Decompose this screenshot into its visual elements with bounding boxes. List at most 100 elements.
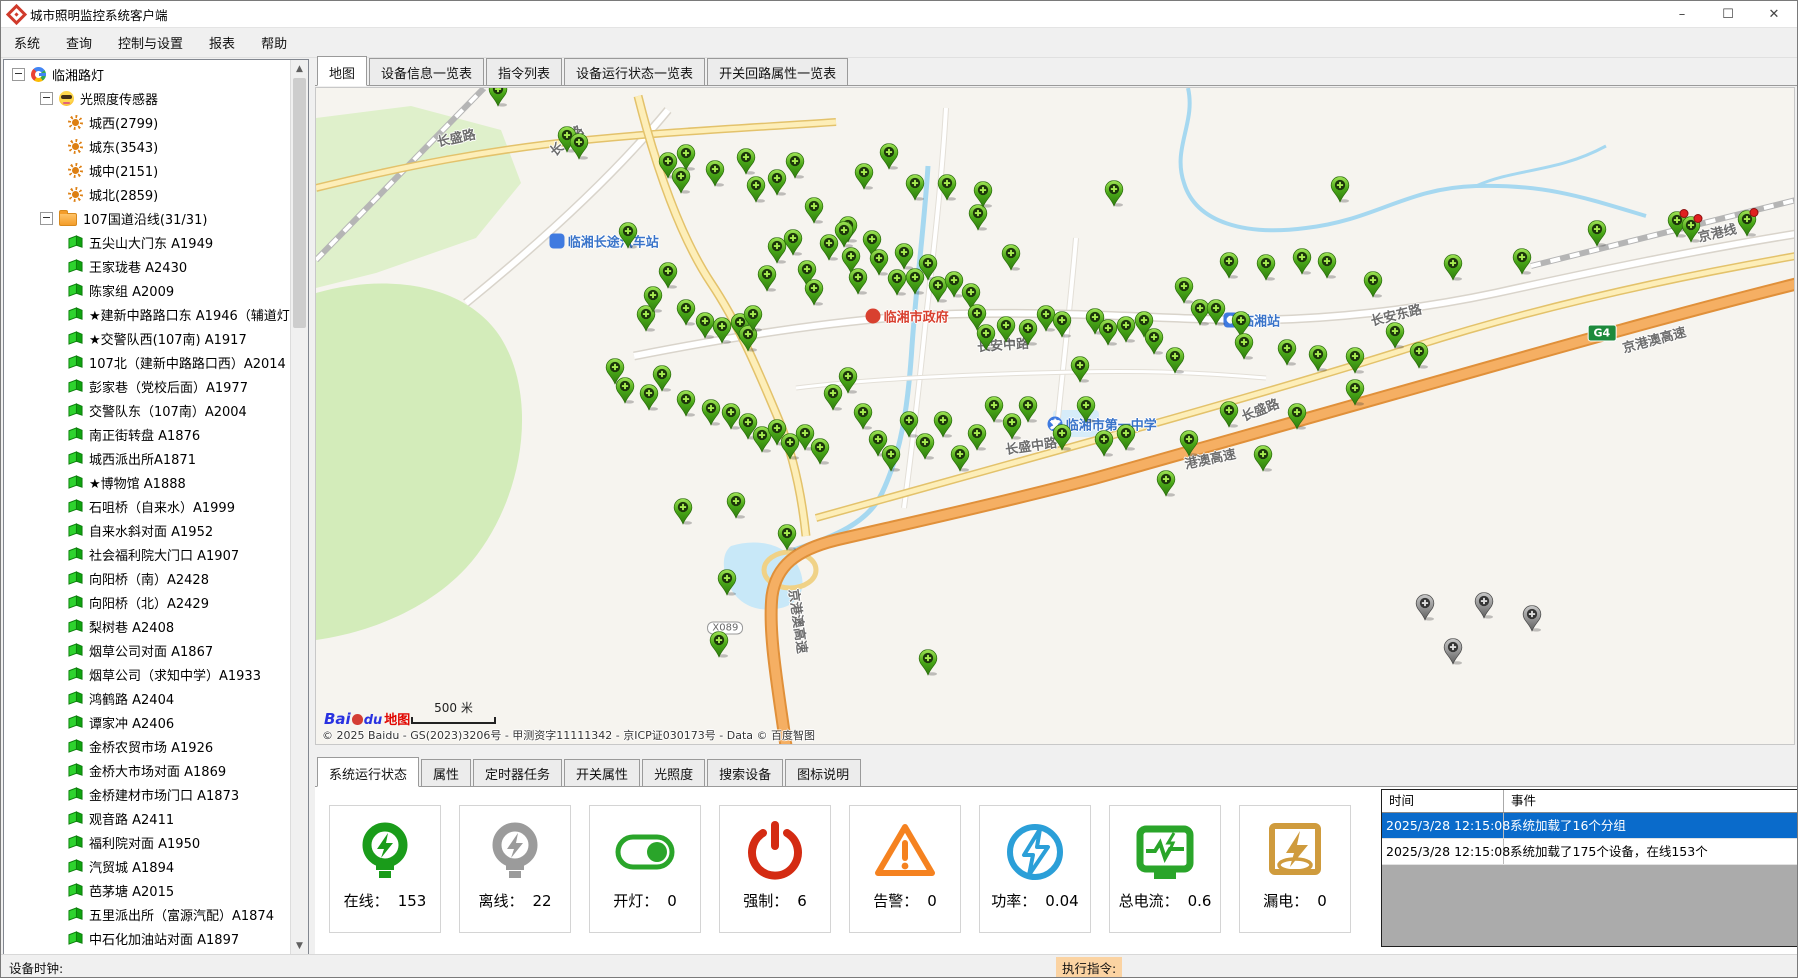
status-tab-4[interactable]: 光照度 [642, 759, 705, 786]
tree-item[interactable]: 光照度传感器 [4, 86, 291, 110]
scroll-down-icon[interactable]: ▼ [291, 937, 308, 954]
lamp-marker-online[interactable] [1165, 347, 1184, 374]
lamp-marker-online[interactable] [706, 160, 725, 187]
tree-item[interactable]: 向阳桥（南）A2428 [4, 566, 291, 590]
lamp-marker-online[interactable] [1331, 176, 1350, 203]
lamp-marker-online[interactable] [839, 367, 858, 394]
lamp-marker-online[interactable] [676, 299, 695, 326]
tree-item[interactable]: 城东(3543) [4, 134, 291, 158]
tree-item[interactable]: ★交警队西(107南) A1917 [4, 326, 291, 350]
lamp-marker-online[interactable] [967, 424, 986, 451]
menu-item-0[interactable]: 系统 [1, 28, 53, 57]
lamp-marker-online[interactable] [768, 169, 787, 196]
menu-item-2[interactable]: 控制与设置 [105, 28, 196, 57]
tree-item[interactable]: 观音路 A2411 [4, 806, 291, 830]
collapse-expander-icon[interactable] [40, 212, 53, 225]
minimize-button[interactable]: – [1659, 1, 1705, 27]
column-time[interactable]: 时间 [1382, 790, 1504, 812]
lamp-marker-online[interactable] [997, 316, 1016, 343]
column-event[interactable]: 事件 [1504, 790, 1798, 812]
tree-item[interactable]: 芭茅塘 A2015 [4, 878, 291, 902]
lamp-marker-online[interactable] [713, 317, 732, 344]
lamp-marker-online[interactable] [1077, 396, 1096, 423]
lamp-marker-online[interactable] [737, 148, 756, 175]
tree-item[interactable]: ★建新中路路口东 A1946（辅道灯） [4, 302, 291, 326]
tree-item[interactable]: 彭家巷（党校后面）A1977 [4, 374, 291, 398]
tree-item[interactable]: 汽贸城 A1894 [4, 854, 291, 878]
tree-item[interactable]: 向阳桥（北）A2429 [4, 590, 291, 614]
lamp-marker-online[interactable] [1346, 379, 1365, 406]
tree-item[interactable]: 城北(2859) [4, 182, 291, 206]
lamp-marker-online[interactable] [870, 249, 889, 276]
tree-scrollbar[interactable]: ▲ ▼ [290, 60, 308, 954]
lamp-marker-online[interactable] [658, 262, 677, 289]
lamp-marker-online[interactable] [1156, 470, 1175, 497]
tree-item[interactable]: 陈家组 A2009 [4, 278, 291, 302]
lamp-marker-online[interactable] [615, 377, 634, 404]
tree-item[interactable]: 五里派出所（富源汽配）A1874 [4, 902, 291, 926]
tree-item[interactable]: 南正街转盘 A1876 [4, 422, 291, 446]
lamp-marker-online[interactable] [570, 133, 589, 160]
lamp-marker-online[interactable] [1292, 248, 1311, 275]
lamp-marker-online[interactable] [1116, 424, 1135, 451]
lamp-marker-online[interactable] [855, 163, 874, 190]
view-tab-3[interactable]: 设备运行状态一览表 [564, 58, 705, 85]
baidu-map[interactable]: 长盛路长白路京港线长安中路长安东路长盛路长盛中路京港澳高速港澳高速京港澳高速临湘… [315, 87, 1795, 745]
tree-item[interactable]: 五尖山大门东 A1949 [4, 230, 291, 254]
lamp-marker-online[interactable] [757, 265, 776, 292]
lamp-marker-online[interactable] [618, 222, 637, 249]
tree-item[interactable]: ★博物馆 A1888 [4, 470, 291, 494]
menu-item-4[interactable]: 帮助 [248, 28, 300, 57]
lamp-marker-online[interactable] [905, 174, 924, 201]
lamp-marker-online[interactable] [1220, 401, 1239, 428]
status-tab-3[interactable]: 开关属性 [564, 759, 640, 786]
event-log-row[interactable]: 2025/3/28 12:15:08系统加载了175个设备，在线153个 [1382, 839, 1798, 865]
status-tab-1[interactable]: 属性 [421, 759, 471, 786]
tree-item[interactable]: 城西(2799) [4, 110, 291, 134]
view-tab-0[interactable]: 地图 [317, 56, 367, 86]
menu-item-1[interactable]: 查询 [53, 28, 105, 57]
tree-item[interactable]: 金桥大市场对面 A1869 [4, 758, 291, 782]
menu-item-3[interactable]: 报表 [196, 28, 248, 57]
tree-item[interactable]: 107北（建新中路路口西）A2014 [4, 350, 291, 374]
lamp-marker-online[interactable] [1588, 220, 1607, 247]
lamp-marker-online[interactable] [880, 143, 899, 170]
tree-item[interactable]: 金桥建材市场门口 A1873 [4, 782, 291, 806]
lamp-marker-online[interactable] [1254, 445, 1273, 472]
tree-item[interactable]: 鸿鹤路 A2404 [4, 686, 291, 710]
event-log-row[interactable]: 2025/3/28 12:15:08系统加载了16个分组 [1382, 813, 1798, 839]
status-tab-0[interactable]: 系统运行状态 [317, 757, 419, 787]
tree-item[interactable]: 梨树巷 A2408 [4, 614, 291, 638]
view-tab-1[interactable]: 设备信息一览表 [369, 58, 484, 85]
lamp-marker-online[interactable] [969, 204, 988, 231]
lamp-marker-online[interactable] [695, 312, 714, 339]
lamp-marker-alarm[interactable] [1681, 216, 1700, 243]
lamp-marker-offline[interactable] [1474, 592, 1493, 619]
lamp-marker-online[interactable] [810, 438, 829, 465]
lamp-marker-online[interactable] [1346, 347, 1365, 374]
tree-item[interactable]: 107国道沿线(31/31) [4, 206, 291, 230]
lamp-marker-online[interactable] [985, 396, 1004, 423]
lamp-marker-online[interactable] [785, 152, 804, 179]
lamp-marker-online[interactable] [805, 279, 824, 306]
lamp-marker-online[interactable] [887, 269, 906, 296]
lamp-marker-online[interactable] [1257, 254, 1276, 281]
close-button[interactable]: ✕ [1751, 1, 1797, 27]
lamp-marker-online[interactable] [915, 433, 934, 460]
lamp-marker-offline[interactable] [1415, 594, 1434, 621]
lamp-marker-online[interactable] [1513, 248, 1532, 275]
lamp-marker-online[interactable] [744, 305, 763, 332]
collapse-expander-icon[interactable] [12, 68, 25, 81]
lamp-marker-online[interactable] [1180, 430, 1199, 457]
lamp-marker-online[interactable] [676, 390, 695, 417]
scroll-up-icon[interactable]: ▲ [291, 60, 308, 77]
lamp-marker-online[interactable] [1235, 333, 1254, 360]
lamp-marker-online[interactable] [1105, 180, 1124, 207]
lamp-marker-online[interactable] [1385, 322, 1404, 349]
lamp-marker-online[interactable] [1317, 252, 1336, 279]
lamp-marker-online[interactable] [849, 268, 868, 295]
lamp-marker-online[interactable] [1116, 316, 1135, 343]
lamp-marker-online[interactable] [1053, 311, 1072, 338]
tree-item[interactable]: 城中(2151) [4, 158, 291, 182]
tree-item[interactable]: 城西派出所A1871 [4, 446, 291, 470]
